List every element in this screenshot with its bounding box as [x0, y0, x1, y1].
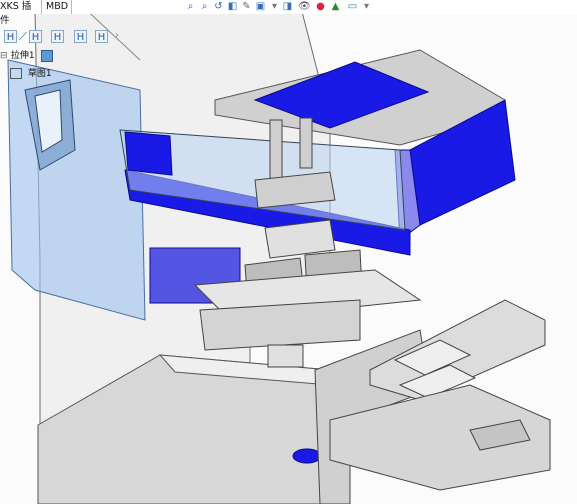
chevron-down-icon[interactable]: ▾ — [361, 1, 372, 12]
extrude-icon — [41, 49, 54, 62]
chevron-right-icon[interactable]: › — [115, 30, 119, 41]
view-orientation-icon[interactable]: ▣ — [255, 1, 266, 12]
sketch-icon — [10, 68, 22, 79]
command-button[interactable]: H — [4, 30, 17, 43]
command-button[interactable]: H — [51, 30, 64, 43]
apply-scene-icon[interactable]: ▲ — [330, 1, 341, 12]
command-button[interactable]: H — [95, 30, 108, 43]
zoom-to-fit-icon[interactable]: ⌕ — [185, 1, 196, 12]
cad-model-render — [7, 3, 551, 504]
command-button[interactable]: H — [74, 30, 87, 43]
command-button[interactable]: H — [29, 30, 42, 43]
expand-icon[interactable]: ⊟ — [0, 49, 8, 63]
arrow-icon[interactable]: ⟋ — [19, 30, 27, 44]
tab-xks-plugin[interactable]: XKS 插件 — [0, 0, 42, 26]
tab-mbd[interactable]: MBD — [42, 0, 72, 14]
feature-label: 拉伸1 — [10, 51, 35, 61]
chevron-down-icon[interactable]: ▾ — [269, 1, 280, 12]
feature-tree-item-sketch[interactable]: 草图1 — [10, 67, 52, 81]
display-style-icon[interactable]: ◨ — [282, 1, 293, 12]
view-settings-icon[interactable]: ▭ — [347, 1, 358, 12]
heads-up-view-toolbar: ⌕ ⌕ ↺ ◧ ✎ ▣ ▾ ◨ 👁 ● ▲ ▭ ▾ — [185, 1, 390, 13]
feature-tree-item-extrude[interactable]: ⊟ 拉伸1 — [0, 49, 54, 63]
graphics-viewport[interactable]: XKS 插件 MBD ⌕ ⌕ ↺ ◧ ✎ ▣ ▾ ◨ 👁 ● ▲ ▭ ▾ H H… — [0, 0, 577, 504]
base-blue-hole — [292, 448, 322, 464]
hide-show-items-icon[interactable]: 👁 — [298, 1, 311, 12]
zoom-to-area-icon[interactable]: ⌕ — [199, 1, 210, 12]
edit-appearance-icon[interactable]: ● — [315, 1, 326, 12]
dynamic-annotation-icon[interactable]: ✎ — [241, 1, 252, 12]
section-view-icon[interactable]: ◧ — [227, 1, 238, 12]
previous-view-icon[interactable]: ↺ — [213, 1, 224, 12]
sketch-label: 草图1 — [27, 69, 52, 79]
